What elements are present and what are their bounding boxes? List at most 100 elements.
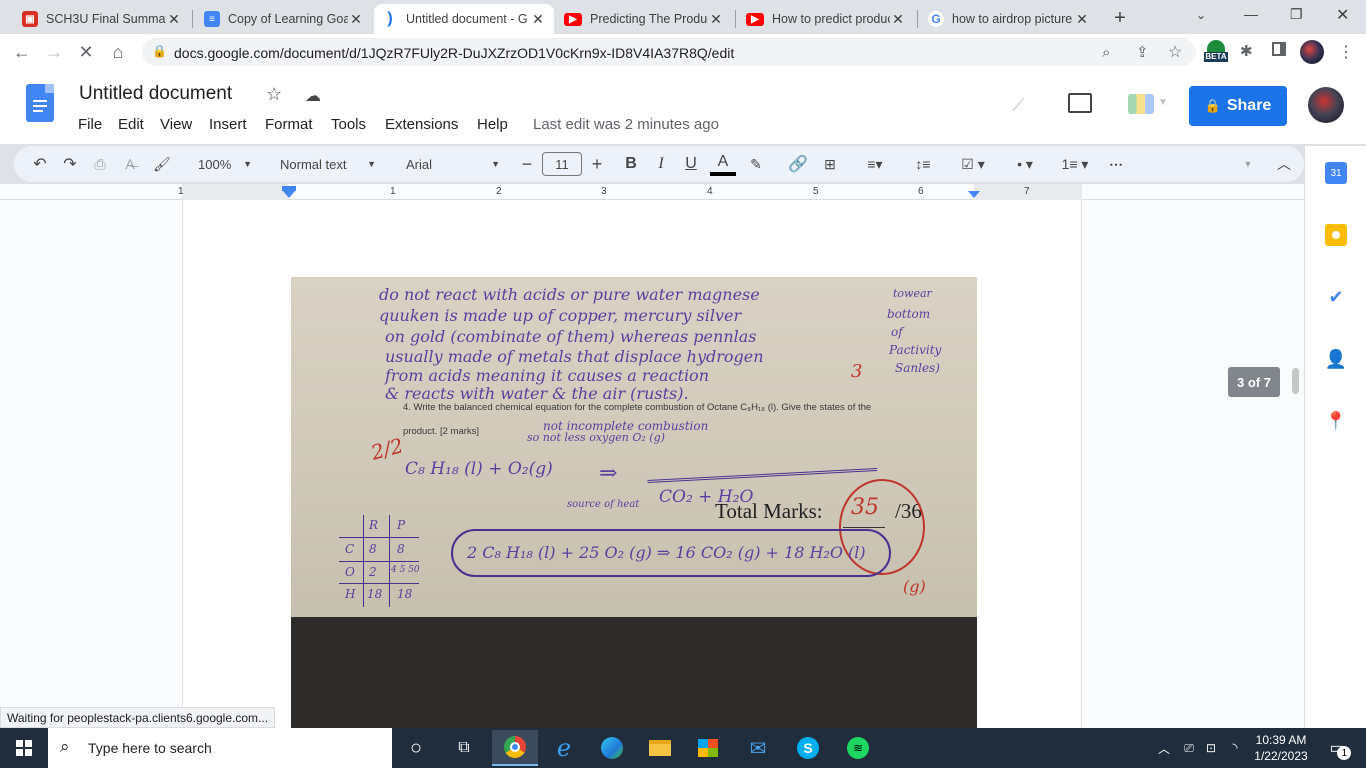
tab-predicting-products[interactable]: ▶ Predicting The Produc ✕ bbox=[556, 4, 732, 34]
font-select[interactable]: Arial ▼ bbox=[398, 152, 508, 176]
last-edit-status[interactable]: Last edit was 2 minutes ago bbox=[533, 116, 719, 133]
menu-tools[interactable]: Tools bbox=[331, 116, 366, 133]
link-icon[interactable]: 🔗 bbox=[786, 152, 810, 176]
share-page-icon[interactable]: ⇪ bbox=[1136, 43, 1149, 61]
skype-icon[interactable]: S bbox=[790, 730, 826, 766]
tab-sch3u[interactable]: ▣ SCH3U Final Summati ✕ bbox=[14, 4, 190, 34]
embedded-photo-of-worksheet[interactable]: do not react with acids or pure water ma… bbox=[291, 277, 977, 728]
close-window-button[interactable]: ✕ bbox=[1336, 5, 1349, 25]
spellcheck-icon[interactable]: A̶ bbox=[118, 152, 142, 176]
scrollbar-thumb[interactable] bbox=[1292, 368, 1299, 394]
align-icon[interactable]: ≡▾ bbox=[858, 152, 892, 176]
chrome-taskbar-icon[interactable] bbox=[492, 730, 538, 766]
lock-icon[interactable]: 🔒 bbox=[152, 44, 167, 58]
ruler[interactable]: 1 1 2 3 4 5 6 7 bbox=[0, 184, 1304, 200]
bookmark-star-icon[interactable]: ☆ bbox=[1168, 42, 1182, 62]
tab-airdrop[interactable]: G how to airdrop picture ✕ bbox=[920, 4, 1098, 34]
device-icon[interactable]: ⎚ bbox=[1180, 730, 1198, 766]
line-spacing-icon[interactable]: ↕≡ bbox=[910, 152, 936, 176]
cloud-status-icon[interactable]: ☁ bbox=[305, 86, 321, 106]
left-indent-handle[interactable] bbox=[283, 191, 295, 198]
meet-now-icon[interactable]: ⊡ bbox=[1202, 730, 1220, 766]
redo-icon[interactable]: ↷ bbox=[58, 152, 82, 176]
side-panel-icon[interactable] bbox=[1272, 42, 1286, 56]
bold-button[interactable]: B bbox=[620, 152, 642, 176]
text-color-button[interactable]: A bbox=[710, 152, 736, 176]
meet-icon[interactable] bbox=[1128, 94, 1154, 114]
show-hidden-icons[interactable]: ︿ bbox=[1156, 730, 1172, 766]
close-icon[interactable]: ✕ bbox=[348, 11, 364, 28]
wifi-icon[interactable]: ◝ bbox=[1226, 730, 1244, 766]
menu-extensions[interactable]: Extensions bbox=[385, 116, 458, 133]
tab-untitled-document[interactable]: ) Untitled document - G ✕ bbox=[374, 4, 554, 34]
right-indent-handle[interactable] bbox=[968, 191, 980, 198]
new-tab-button[interactable]: + bbox=[1108, 6, 1132, 30]
comments-icon[interactable] bbox=[1068, 93, 1092, 113]
microsoft-store-icon[interactable] bbox=[690, 730, 726, 766]
document-title[interactable]: Untitled document bbox=[79, 83, 232, 105]
home-icon[interactable]: ⌂ bbox=[104, 38, 132, 66]
minimize-button[interactable]: — bbox=[1244, 6, 1258, 22]
close-icon[interactable]: ✕ bbox=[1074, 11, 1090, 28]
profile-avatar[interactable] bbox=[1300, 40, 1324, 64]
share-button[interactable]: 🔒 Share bbox=[1189, 86, 1287, 126]
close-icon[interactable]: ✕ bbox=[166, 11, 182, 28]
bulleted-list-icon[interactable]: • ▾ bbox=[1004, 152, 1046, 176]
stop-loading-icon[interactable]: ✕ bbox=[72, 38, 100, 66]
undo-icon[interactable]: ↶ bbox=[28, 152, 52, 176]
checklist-icon[interactable]: ☑ ▾ bbox=[952, 152, 994, 176]
tab-how-to-predict[interactable]: ▶ How to predict produc ✕ bbox=[738, 4, 914, 34]
menu-insert[interactable]: Insert bbox=[209, 116, 247, 133]
account-avatar[interactable] bbox=[1308, 87, 1344, 123]
menu-help[interactable]: Help bbox=[477, 116, 508, 133]
back-icon[interactable]: ← bbox=[8, 38, 36, 66]
chrome-menu-icon[interactable]: ⋮ bbox=[1338, 42, 1354, 62]
cortana-icon[interactable]: ○ bbox=[398, 730, 434, 766]
keep-icon[interactable] bbox=[1325, 224, 1347, 246]
tasks-icon[interactable]: ✔ bbox=[1325, 286, 1347, 308]
calendar-icon[interactable]: 31 bbox=[1325, 162, 1347, 184]
font-size-input[interactable]: 11 bbox=[542, 152, 582, 176]
increase-font-size-button[interactable]: + bbox=[586, 152, 608, 176]
close-icon[interactable]: ✕ bbox=[708, 11, 724, 28]
url-text[interactable]: docs.google.com/document/d/1JQzR7FUly2R-… bbox=[174, 45, 734, 61]
zoom-icon[interactable]: ⌕ bbox=[1102, 44, 1110, 61]
zoom-select[interactable]: 100% ▼ bbox=[190, 152, 260, 176]
style-select[interactable]: Normal text ▼ bbox=[272, 152, 384, 176]
notification-center-icon[interactable]: ▭1 bbox=[1322, 730, 1352, 766]
add-comment-icon[interactable]: ⊞ bbox=[818, 152, 842, 176]
mail-icon[interactable]: ✉ bbox=[740, 730, 776, 766]
tab-learning-goal[interactable]: ≡ Copy of Learning Goa ✕ bbox=[196, 4, 372, 34]
close-icon[interactable]: ✕ bbox=[890, 11, 906, 28]
activity-trend-icon[interactable]: ⟋ bbox=[1012, 95, 1025, 116]
maps-icon[interactable]: 📍 bbox=[1325, 410, 1347, 432]
close-icon[interactable]: ✕ bbox=[530, 11, 546, 28]
decrease-font-size-button[interactable]: − bbox=[516, 152, 538, 176]
menu-edit[interactable]: Edit bbox=[118, 116, 144, 133]
italic-button[interactable]: I bbox=[650, 152, 672, 176]
windows-start-icon[interactable] bbox=[6, 730, 42, 766]
paint-format-icon[interactable]: 🖌 bbox=[150, 152, 174, 176]
numbered-list-icon[interactable]: 1≡ ▾ bbox=[1054, 152, 1096, 176]
beta-extension-icon[interactable]: BETA bbox=[1204, 40, 1228, 66]
spotify-icon[interactable]: ≋ bbox=[840, 730, 876, 766]
clock[interactable]: 10:39 AM 1/22/2023 bbox=[1252, 730, 1310, 766]
highlight-icon[interactable]: ✎ bbox=[744, 152, 768, 176]
restore-button[interactable]: ❐ bbox=[1290, 6, 1303, 23]
tab-search-icon[interactable]: ⌄ bbox=[1196, 8, 1206, 22]
contacts-icon[interactable]: 👤 bbox=[1325, 348, 1347, 370]
underline-button[interactable]: U bbox=[680, 152, 702, 176]
edge-icon[interactable] bbox=[594, 730, 630, 766]
file-explorer-icon[interactable] bbox=[642, 730, 678, 766]
extensions-puzzle-icon[interactable]: ✱ bbox=[1240, 42, 1253, 60]
internet-explorer-icon[interactable]: e bbox=[546, 730, 582, 766]
meet-dropdown-icon[interactable]: ▼ bbox=[1158, 97, 1168, 108]
editing-mode-dropdown-icon[interactable]: ▼ bbox=[1240, 152, 1256, 176]
taskbar-search-box[interactable]: ⌕ Type here to search bbox=[48, 728, 392, 768]
star-icon[interactable]: ☆ bbox=[266, 84, 282, 105]
more-options-icon[interactable]: ⋯ bbox=[1104, 152, 1128, 176]
task-view-icon[interactable]: ⧉ bbox=[446, 730, 482, 766]
menu-view[interactable]: View bbox=[160, 116, 192, 133]
docs-logo-icon[interactable] bbox=[26, 84, 54, 122]
forward-icon[interactable]: → bbox=[40, 38, 68, 66]
